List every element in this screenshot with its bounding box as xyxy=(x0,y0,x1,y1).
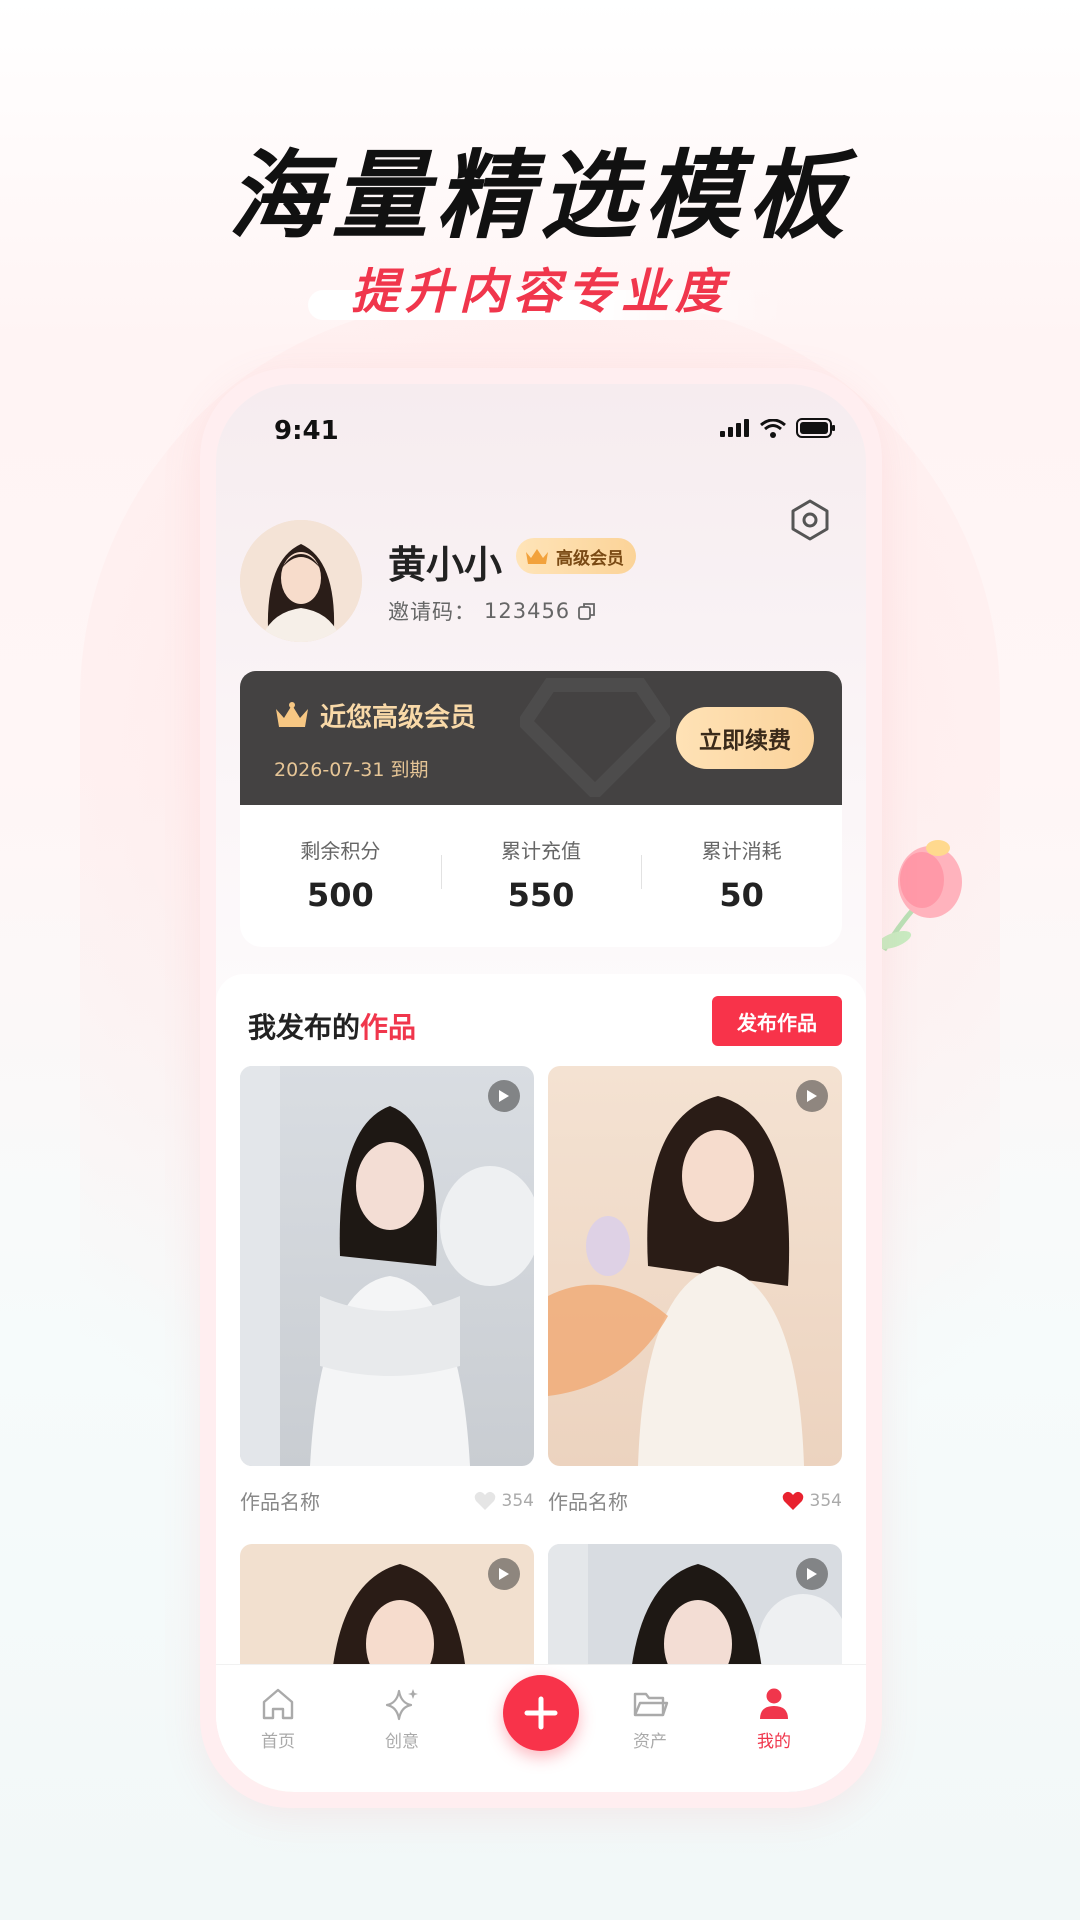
work-thumbnail[interactable] xyxy=(548,1066,842,1466)
stat-points: 剩余积分 500 xyxy=(240,805,441,947)
play-icon[interactable] xyxy=(488,1080,520,1112)
work-card[interactable]: 作品名称 354 xyxy=(240,1066,534,1515)
like-count-row[interactable]: 354 xyxy=(782,1491,842,1511)
membership-card: 近您高级会员 2026-07-31 到期 立即续费 xyxy=(240,671,842,805)
membership-title: 近您高级会员 xyxy=(320,703,477,733)
wifi-icon xyxy=(760,418,786,438)
signal-icon xyxy=(720,419,749,437)
renew-button[interactable]: 立即续费 xyxy=(676,707,814,769)
play-icon[interactable] xyxy=(488,1558,520,1590)
folder-icon xyxy=(633,1692,669,1717)
heart-outline-icon[interactable] xyxy=(474,1491,496,1511)
copy-icon[interactable] xyxy=(578,602,596,620)
stats-panel: 剩余积分 500 累计充值 550 累计消耗 50 xyxy=(240,805,842,947)
work-meta: 作品名称 354 xyxy=(240,1486,534,1515)
stat-value: 50 xyxy=(719,876,764,914)
membership-expire: 2026-07-31 到期 xyxy=(274,759,429,781)
vip-badge-label: 高级会员 xyxy=(556,548,624,569)
invite-code: 123456 xyxy=(484,599,571,623)
crown-icon xyxy=(526,549,548,564)
stat-value: 500 xyxy=(306,876,374,914)
publish-work-button[interactable]: 发布作品 xyxy=(712,996,842,1046)
work-name: 作品名称 xyxy=(240,1490,320,1514)
works-title: 我发布的作品 xyxy=(248,1006,416,1046)
works-title-highlight: 作品 xyxy=(360,1011,417,1044)
create-plus-button[interactable] xyxy=(503,1675,579,1751)
vip-crown-icon xyxy=(276,701,308,727)
like-count-row[interactable]: 354 xyxy=(474,1491,534,1511)
like-count: 354 xyxy=(501,1490,534,1511)
work-card[interactable]: 作品名称 354 xyxy=(548,1066,842,1515)
works-title-prefix: 我发布的 xyxy=(248,1011,361,1044)
promo-headline: 海量精选模板 xyxy=(228,140,852,252)
play-icon[interactable] xyxy=(796,1558,828,1590)
portrait-photo-icon xyxy=(240,1066,534,1466)
portrait-photo-icon xyxy=(548,1066,842,1466)
home-icon xyxy=(262,1688,294,1720)
tab-mine[interactable]: 我的 xyxy=(712,1665,836,1752)
battery-icon xyxy=(796,418,835,438)
work-meta: 作品名称 354 xyxy=(548,1486,842,1515)
profile-name: 黄小小 xyxy=(388,543,503,587)
phone-screen: 9:41 黄小小 高级会员 邀请码： 123456 近您高级会员 2026-07… xyxy=(216,384,866,1792)
tab-home[interactable]: 首页 xyxy=(216,1665,340,1752)
tab-label: 我的 xyxy=(757,1732,791,1752)
work-name: 作品名称 xyxy=(548,1490,628,1514)
tab-creative[interactable]: 创意 xyxy=(340,1665,464,1752)
membership-title-row: 近您高级会员 xyxy=(274,697,476,734)
like-count: 354 xyxy=(809,1490,842,1511)
plus-icon xyxy=(524,1696,558,1730)
diamond-watermark-icon xyxy=(520,678,670,797)
tulip-decoration-icon xyxy=(882,840,962,952)
settings-gear-icon[interactable] xyxy=(788,498,832,542)
vip-badge: 高级会员 xyxy=(516,538,636,574)
stat-value: 550 xyxy=(507,876,575,914)
stat-label: 剩余积分 xyxy=(300,839,381,863)
stat-label: 累计充值 xyxy=(501,839,581,863)
tab-label: 首页 xyxy=(261,1732,295,1752)
stat-recharge: 累计充值 550 xyxy=(440,805,642,947)
sparkle-icon xyxy=(385,1689,418,1721)
status-time: 9:41 xyxy=(274,416,339,446)
stat-label: 累计消耗 xyxy=(701,839,782,863)
system-icons xyxy=(720,418,836,438)
invite-code-row: 邀请码： 123456 xyxy=(388,596,596,626)
tab-label: 资产 xyxy=(633,1732,667,1752)
heart-filled-icon[interactable] xyxy=(782,1491,804,1511)
user-icon xyxy=(760,1688,788,1719)
bottom-tab-bar: 首页 创意 资产 我的 xyxy=(216,1664,866,1792)
status-bar: 9:41 xyxy=(274,412,836,462)
work-thumbnail[interactable] xyxy=(240,1066,534,1466)
play-icon[interactable] xyxy=(796,1080,828,1112)
invite-label: 邀请码： xyxy=(388,600,476,624)
avatar[interactable] xyxy=(240,520,362,642)
stat-consumed: 累计消耗 50 xyxy=(641,805,842,947)
promo-subheadline: 提升内容专业度 xyxy=(350,264,729,320)
tab-label: 创意 xyxy=(385,1732,419,1752)
tab-assets[interactable]: 资产 xyxy=(588,1665,712,1752)
avatar-portrait-icon xyxy=(240,520,362,642)
